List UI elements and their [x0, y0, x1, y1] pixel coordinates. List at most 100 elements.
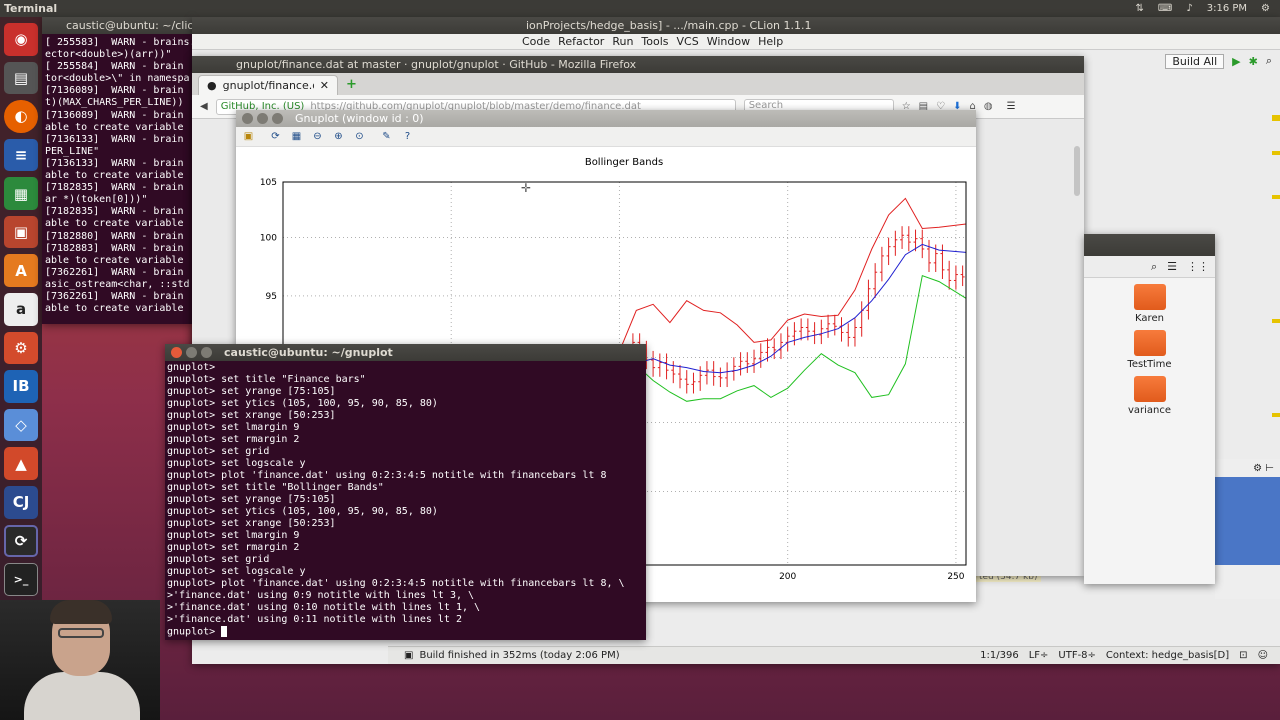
tab-finance-dat[interactable]: ● gnuplot/finance.dat... ✕: [198, 75, 338, 95]
finance-bar: [651, 350, 656, 377]
writer-icon[interactable]: ≡: [4, 138, 38, 172]
menu-help[interactable]: Help: [758, 35, 783, 48]
clion-icon[interactable]: CJ: [4, 485, 38, 519]
keyboard-icon[interactable]: ⌨: [1158, 3, 1172, 14]
volume-icon[interactable]: ♪: [1186, 3, 1192, 14]
finance-bar: [731, 357, 736, 381]
ubuntu-dash-icon[interactable]: ◉: [4, 23, 38, 56]
finance-bar: [879, 246, 884, 282]
folder-variance[interactable]: variance: [1120, 376, 1180, 416]
window-title: ionProjects/hedge_basis] - .../main.cpp …: [526, 19, 812, 32]
finance-bar: [960, 265, 965, 287]
copy-clipboard-icon[interactable]: ▣: [242, 130, 255, 143]
finance-bar: [832, 314, 837, 336]
finance-bar: [738, 352, 743, 376]
files-titlebar[interactable]: [1084, 234, 1215, 256]
maximize-icon[interactable]: [201, 347, 212, 358]
firefox-icon[interactable]: ◐: [4, 100, 38, 133]
settings-gear-icon[interactable]: ⚙: [1261, 3, 1270, 14]
files-icon[interactable]: ▤: [4, 61, 38, 95]
autoscale-icon[interactable]: ⊙: [353, 130, 366, 143]
panel-highlight: [1215, 477, 1280, 565]
impress-icon[interactable]: ▣: [4, 215, 38, 249]
menu-tools[interactable]: Tools: [641, 35, 668, 48]
terminal-output[interactable]: [ 255583] WARN - brains.cidr.execution.d…: [42, 34, 192, 324]
virtualbox-icon[interactable]: ◇: [4, 408, 38, 442]
update-manager-icon[interactable]: ⟳: [4, 524, 38, 558]
menu-icon[interactable]: ☰: [1007, 101, 1016, 112]
presenter-hair: [50, 600, 112, 624]
back-icon[interactable]: ◀: [200, 101, 208, 112]
folder-testtime[interactable]: TestTime: [1120, 330, 1180, 370]
finance-bar: [906, 226, 911, 252]
intellij-icon[interactable]: IB: [4, 370, 38, 403]
resolve-context[interactable]: Context: hedge_basis[D]: [1106, 650, 1229, 661]
folder-icon: [1133, 376, 1166, 402]
menu-window[interactable]: Window: [707, 35, 750, 48]
maximize-icon[interactable]: [272, 113, 283, 124]
zoom-previous-icon[interactable]: ⊖: [311, 130, 324, 143]
close-icon[interactable]: [171, 347, 182, 358]
folder-karen[interactable]: Karen: [1120, 284, 1180, 324]
menu-code[interactable]: Code: [522, 35, 550, 48]
amazon-icon[interactable]: a: [4, 293, 38, 326]
file-encoding[interactable]: UTF-8÷: [1058, 650, 1096, 661]
x-tick-label: 250: [947, 572, 964, 582]
finance-bar: [852, 318, 857, 347]
close-icon[interactable]: [242, 113, 253, 124]
chart-title: Bollinger Bands: [585, 157, 663, 168]
grid-toggle-icon[interactable]: ▦: [290, 130, 303, 143]
new-tab-icon[interactable]: +: [346, 77, 357, 92]
search-everywhere-icon[interactable]: ⌕: [1266, 54, 1272, 68]
config-icon[interactable]: ✎: [380, 130, 393, 143]
gnuplot-titlebar[interactable]: Gnuplot (window id : 0): [236, 110, 976, 127]
tab-close-icon[interactable]: ✕: [320, 79, 329, 92]
finance-bar: [711, 361, 716, 386]
finance-bar: [704, 361, 709, 385]
inspector-icon[interactable]: ☺: [1258, 650, 1268, 661]
replot-icon[interactable]: ⟳: [269, 130, 282, 143]
y-tick-label: 100: [260, 234, 277, 244]
list-view-icon[interactable]: ☰: [1167, 260, 1177, 273]
zoom-next-icon[interactable]: ⊕: [332, 130, 345, 143]
calc-icon[interactable]: ▦: [4, 177, 38, 210]
menu-run[interactable]: Run: [612, 35, 633, 48]
tab-label: gnuplot/finance.dat...: [222, 79, 314, 92]
bg-terminal-titlebar[interactable]: caustic@ubuntu: ~/clion/clion-1.1.1/bin: [42, 17, 192, 34]
grid-view-icon[interactable]: ⋮⋮: [1187, 260, 1209, 273]
help-icon[interactable]: ?: [401, 130, 414, 143]
finance-bar: [758, 343, 763, 368]
folder-icon: [1133, 330, 1166, 356]
firefox-tabstrip: ● gnuplot/finance.dat... ✕ +: [192, 73, 1084, 95]
line-separator[interactable]: LF÷: [1029, 650, 1049, 661]
terminal-output[interactable]: gnuplot> gnuplot> set title "Finance bar…: [165, 361, 646, 640]
network-icon[interactable]: ⇅: [1136, 3, 1144, 14]
presenter-glasses: [58, 628, 104, 638]
clion-titlebar[interactable]: ionProjects/hedge_basis] - .../main.cpp …: [192, 17, 1280, 34]
gnuplot-terminal-titlebar[interactable]: caustic@ubuntu: ~/gnuplot: [165, 344, 646, 361]
page-scrollbar[interactable]: [1074, 146, 1080, 196]
finance-bar: [718, 367, 723, 388]
minimize-icon[interactable]: [257, 113, 268, 124]
panel-settings-icon[interactable]: ⚙ ⊢: [1215, 459, 1280, 478]
system-settings-icon[interactable]: ⚙: [4, 331, 38, 365]
caret-position[interactable]: 1:1/396: [980, 650, 1019, 661]
window-title: gnuplot/finance.dat at master · gnuplot/…: [236, 58, 637, 71]
status-panel-icon[interactable]: ▣: [404, 650, 413, 661]
terminal-icon[interactable]: >_: [4, 563, 38, 596]
chat-icon[interactable]: ◍: [984, 101, 993, 112]
finance-bar: [819, 319, 824, 345]
matlab-icon[interactable]: ▲: [4, 447, 38, 480]
software-center-icon[interactable]: A: [4, 254, 38, 288]
menu-refactor[interactable]: Refactor: [558, 35, 604, 48]
menu-vcs[interactable]: VCS: [677, 35, 699, 48]
run-icon[interactable]: ▶: [1232, 55, 1240, 68]
build-config-select[interactable]: Build All: [1165, 53, 1225, 69]
finance-bar: [678, 364, 683, 389]
debug-icon[interactable]: ✱: [1249, 55, 1258, 68]
firefox-titlebar[interactable]: gnuplot/finance.dat at master · gnuplot/…: [192, 56, 1084, 73]
clock[interactable]: 3:16 PM: [1207, 3, 1247, 14]
search-icon[interactable]: ⌕: [1151, 260, 1157, 274]
lock-icon[interactable]: ⊡: [1239, 650, 1247, 661]
minimize-icon[interactable]: [186, 347, 197, 358]
